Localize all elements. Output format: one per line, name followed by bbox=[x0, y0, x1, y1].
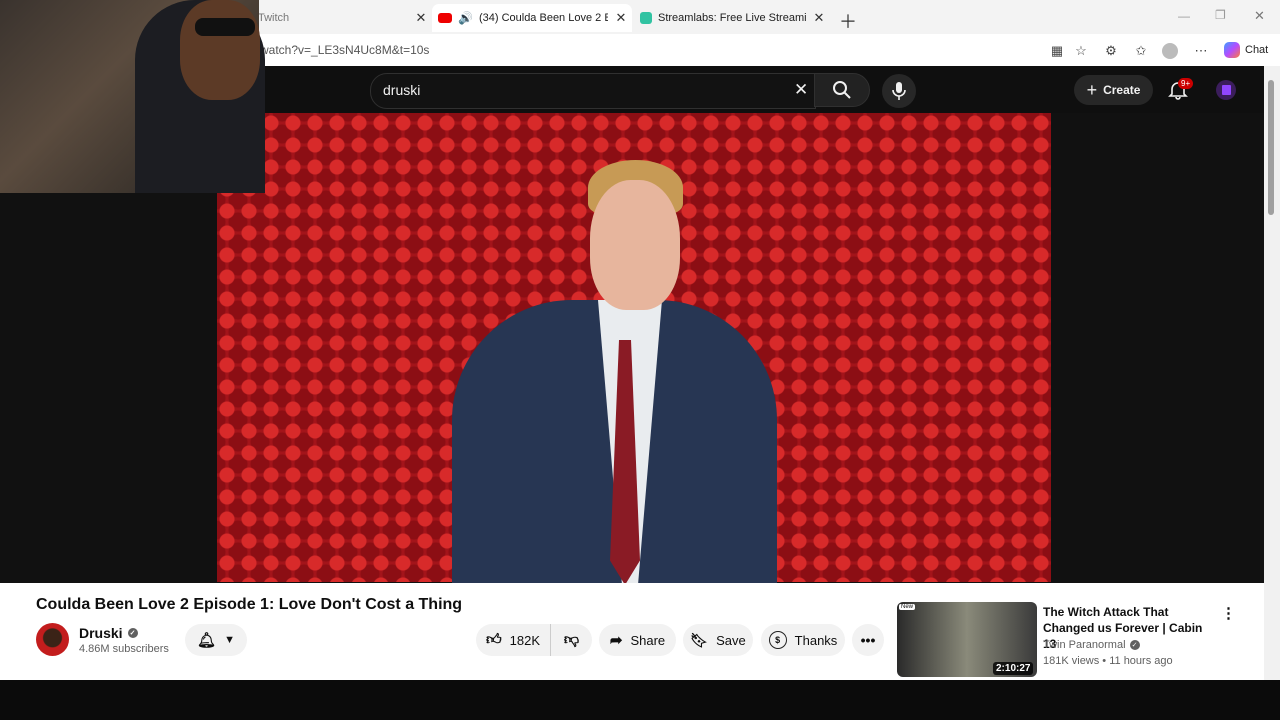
video-subject-face bbox=[590, 180, 680, 310]
microphone-icon bbox=[892, 82, 906, 100]
speaker-icon[interactable]: 🔊 bbox=[458, 11, 473, 25]
more-horizontal-icon: ••• bbox=[860, 632, 876, 648]
save-label: Save bbox=[716, 632, 746, 648]
scrollbar-thumb[interactable] bbox=[1268, 80, 1274, 215]
bell-icon: 🔔︎ bbox=[197, 632, 217, 649]
dislike-button[interactable]: 👎︎ bbox=[550, 624, 592, 656]
plus-icon: + bbox=[1086, 79, 1098, 100]
read-aloud-icon[interactable]: ⚙ bbox=[1102, 42, 1120, 60]
thanks-button[interactable]: $ Thanks bbox=[761, 624, 845, 656]
new-tab-button[interactable]: ＋ bbox=[839, 8, 857, 34]
thanks-label: Thanks bbox=[794, 632, 838, 648]
create-label: Create bbox=[1103, 83, 1141, 97]
more-actions-button[interactable]: ••• bbox=[852, 624, 884, 656]
video-duration: 2:10:27 bbox=[993, 662, 1034, 675]
new-badge: New bbox=[899, 604, 916, 610]
youtube-icon bbox=[438, 13, 452, 23]
avatar[interactable] bbox=[1216, 80, 1236, 100]
verified-icon: ✓ bbox=[1129, 640, 1140, 650]
apps-icon[interactable]: ▦ bbox=[1048, 42, 1066, 60]
tab-title: Twitch bbox=[258, 12, 290, 24]
address-input[interactable]: watch?v=_LE3sN4Uc8M&t=10s bbox=[260, 43, 429, 57]
recommended-video-meta: 181K views • 11 hours ago bbox=[1043, 655, 1173, 667]
minimize-button[interactable]: — bbox=[1178, 9, 1190, 23]
recommended-channel[interactable]: Twin Paranormal ✓ bbox=[1043, 639, 1140, 651]
search-icon bbox=[833, 81, 851, 99]
copilot-icon bbox=[1224, 42, 1240, 58]
favorite-star-icon[interactable]: ☆ bbox=[1072, 42, 1090, 60]
verified-icon: ✓ bbox=[127, 628, 138, 638]
more-menu-icon[interactable]: ⋯ bbox=[1192, 42, 1210, 60]
copilot-chat-button[interactable]: Chat bbox=[1224, 42, 1268, 58]
webcam-sunglasses bbox=[195, 18, 255, 36]
tab-twitch[interactable]: Twitch ✕ bbox=[258, 4, 428, 32]
voice-search-button[interactable] bbox=[882, 74, 916, 108]
tab-title: Streamlabs: Free Live Streaming & bbox=[658, 12, 806, 24]
notification-badge: 9+ bbox=[1178, 78, 1194, 89]
create-button[interactable]: + Create bbox=[1074, 75, 1153, 105]
video-title: Coulda Been Love 2 Episode 1: Love Don't… bbox=[36, 596, 463, 613]
tab-title: (34) Coulda Been Love 2 Episo bbox=[478, 12, 608, 24]
thumbs-up-icon: 👍︎ bbox=[485, 631, 502, 648]
webcam-face bbox=[180, 0, 260, 100]
share-icon: ➦ bbox=[609, 632, 623, 649]
like-count: 182K bbox=[509, 632, 541, 648]
search-input[interactable]: druski bbox=[383, 82, 420, 98]
channel-name[interactable]: Druski ✓ bbox=[79, 625, 138, 641]
maximize-button[interactable]: ❐ bbox=[1215, 8, 1226, 22]
tab-streamlabs[interactable]: Streamlabs: Free Live Streaming & ✕ bbox=[636, 4, 826, 32]
window-close-button[interactable]: ✕ bbox=[1254, 8, 1265, 24]
thumbs-down-icon: 👎︎ bbox=[563, 631, 580, 648]
share-button[interactable]: ➦ Share bbox=[599, 624, 676, 656]
search-button[interactable] bbox=[814, 73, 870, 107]
chat-label: Chat bbox=[1245, 44, 1269, 56]
like-button[interactable]: 👍︎ 182K bbox=[476, 624, 550, 656]
chevron-down-icon: ▼ bbox=[224, 634, 235, 646]
subscribe-bell-button[interactable]: 🔔︎ ▼ bbox=[185, 624, 247, 656]
subscriber-count: 4.86M subscribers bbox=[79, 643, 169, 655]
recommended-channel-name: Twin Paranormal bbox=[1043, 639, 1126, 651]
twitch-icon bbox=[1221, 85, 1231, 95]
close-icon[interactable]: ✕ bbox=[812, 10, 826, 26]
clear-search-icon[interactable]: ✕ bbox=[794, 80, 808, 100]
thanks-icon: $ bbox=[768, 631, 787, 649]
streamlabs-icon bbox=[640, 12, 652, 24]
channel-name-text: Druski bbox=[79, 625, 123, 641]
taskbar bbox=[0, 680, 1280, 720]
close-icon[interactable]: ✕ bbox=[614, 10, 628, 26]
favorites-icon[interactable]: ✩ bbox=[1132, 42, 1150, 60]
more-vertical-icon[interactable]: ⋮ bbox=[1221, 604, 1236, 622]
share-label: Share bbox=[630, 632, 666, 648]
save-button[interactable]: 🔖︎ Save bbox=[683, 624, 753, 656]
close-icon[interactable]: ✕ bbox=[414, 10, 428, 26]
tab-youtube[interactable]: 🔊 (34) Coulda Been Love 2 Episo ✕ bbox=[432, 4, 632, 32]
bookmark-icon: 🔖︎ bbox=[690, 631, 709, 648]
profile-icon[interactable] bbox=[1161, 42, 1179, 60]
search-box[interactable] bbox=[370, 73, 816, 109]
channel-avatar[interactable] bbox=[36, 623, 69, 656]
